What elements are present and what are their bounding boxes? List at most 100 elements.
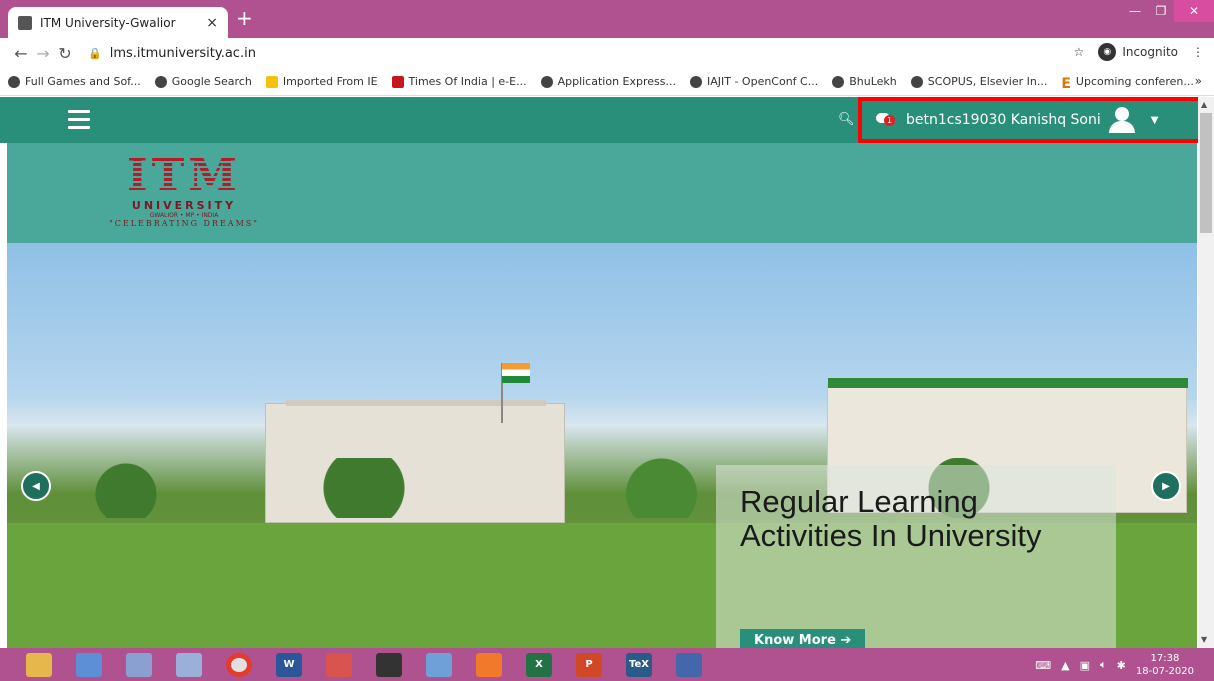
browser-tab[interactable]: ITM University-Gwalior × [8,7,228,38]
restore-icon[interactable]: ❐ [1148,0,1174,22]
excel-icon[interactable]: X [526,652,552,677]
logo-location: GWALIOR • MP • INDIA [149,212,219,219]
lock-icon: 🔒 [88,46,102,60]
globe-icon [8,75,20,88]
clock[interactable]: 17:38 18-07-2020 [1136,652,1194,678]
user-menu-highlight: 1 betn1cs19030 Kanishq Soni ▼ [858,97,1214,143]
carousel-next-icon[interactable]: ▶ [1151,471,1181,501]
keyboard-icon[interactable]: ⌨ [1035,659,1051,672]
media-icon[interactable] [376,652,402,677]
volume-icon[interactable]: 🔈︎ [1100,658,1107,672]
network-icon[interactable]: ▣ [1080,659,1090,672]
bookmark-item[interactable]: Application Express... [540,75,676,88]
tray-expand-icon[interactable]: ▲ [1061,659,1069,672]
notification-badge: 1 [884,115,895,126]
messages-icon[interactable]: 1 [876,113,895,127]
know-more-button[interactable]: Know More ➔ [740,629,866,648]
calculator-icon[interactable] [76,652,102,677]
bluetooth-icon[interactable]: ✱ [1117,659,1126,672]
bookmark-star-icon[interactable]: ☆ [1074,45,1085,59]
chrome-icon[interactable] [226,652,252,677]
menu-kebab-icon[interactable]: ⋮ [1192,45,1204,59]
caption-title: Regular Learning Activities In Universit… [740,484,1042,553]
tex-icon[interactable]: TeX [626,652,652,677]
globe-icon [832,75,845,88]
back-icon[interactable]: ← [10,44,32,63]
university-logo[interactable]: ITM UNIVERSITY GWALIOR • MP • INDIA "CEL… [89,153,279,229]
system-tray: ⌨ ▲ ▣ 🔈︎ ✱ 17:38 18-07-2020 [1035,652,1194,678]
paint-icon[interactable] [126,652,152,677]
globe-icon [689,75,702,88]
scroll-down-icon[interactable]: ▼ [1201,635,1207,644]
bookmark-item[interactable]: Google Search [154,75,252,88]
browser-titlebar: ITM University-Gwalior × + — ❐ ✕ [0,0,1214,38]
scrollbar-thumb[interactable] [1200,113,1212,233]
bookmark-item[interactable]: SCOPUS, Elsevier In... [910,75,1048,88]
bookmark-label: SCOPUS, Elsevier In... [927,75,1048,88]
bookmark-item[interactable]: Imported From IE [265,75,378,88]
bookmark-label: Upcoming conferen... [1075,75,1194,88]
window-controls: — ❐ ✕ [1122,0,1214,24]
folder-icon [265,75,278,88]
incognito-indicator[interactable]: ◉ Incognito [1098,43,1178,61]
editor-icon[interactable] [676,652,702,677]
globe-icon [540,75,553,88]
clock-time: 17:38 [1150,653,1180,664]
office-icon[interactable] [476,652,502,677]
powerpoint-icon[interactable]: P [576,652,602,677]
word-icon[interactable]: W [276,652,302,677]
scroll-up-icon[interactable]: ▲ [1201,100,1207,109]
toi-icon [391,75,404,88]
app-icon[interactable] [176,652,202,677]
search-icon[interactable]: 🔍︎ [838,112,855,127]
carousel-prev-icon[interactable]: ◀ [21,471,51,501]
url-text: lms.itmuniversity.ac.in [109,45,256,61]
bookmark-item[interactable]: IAJIT - OpenConf C... [689,75,819,88]
close-tab-icon[interactable]: × [206,15,218,31]
minimize-icon[interactable]: — [1122,0,1148,22]
tab-title: ITM University-Gwalior [40,15,176,30]
user-menu[interactable]: 1 betn1cs19030 Kanishq Soni ▼ [876,107,1158,133]
address-bar: ← → ↻ 🔒 lms.itmuniversity.ac.in ☆ ◉ Inco… [0,38,1214,68]
page-scrollbar[interactable]: ▲ ▼ [1198,97,1214,648]
bookmark-item[interactable]: E Upcoming conferen... [1061,75,1194,92]
bookmark-label: Full Games and Sof... [25,75,141,88]
clock-date: 18-07-2020 [1135,666,1194,677]
incognito-icon: ◉ [1098,43,1117,61]
bookmark-label: Times Of India | e-E... [408,75,527,88]
e-icon: E [1061,75,1071,92]
logo-itm: ITM [89,153,279,199]
logo-tagline: "CELEBRATING DREAMS" [109,219,259,228]
user-name: betn1cs19030 Kanishq Soni [906,112,1101,128]
recorder-icon[interactable] [326,652,352,677]
bookmarks-bar: Full Games and Sof... Google Search Import… [0,68,1214,96]
globe-icon [910,75,923,88]
bookmark-item[interactable]: Full Games and Sof... [8,75,141,88]
hero-carousel: ◀ ▶ Regular Learning Activities In Unive… [7,243,1197,648]
window-close-icon[interactable]: ✕ [1174,0,1214,22]
incognito-label: Incognito [1122,45,1178,59]
india-flag [502,363,530,383]
logo-university: UNIVERSITY [131,199,237,212]
bookmark-label: Imported From IE [282,75,378,88]
bookmark-item[interactable]: BhuLekh [832,75,897,88]
bookmark-item[interactable]: Times Of India | e-E... [391,75,527,88]
file-explorer-icon[interactable] [26,652,52,677]
bookmark-label: Application Express... [557,75,676,88]
bookmark-label: Google Search [171,75,252,88]
windows-taskbar: W X P TeX ⌨ ▲ ▣ 🔈︎ ✱ 17:38 18-07-2020 [0,648,1214,681]
bookmarks-overflow-icon[interactable]: » [1195,74,1202,88]
site-favicon-icon [18,15,32,30]
chevron-down-icon[interactable]: ▼ [1151,115,1159,126]
new-tab-button[interactable]: + [236,6,253,30]
bookmark-label: BhuLekh [849,75,897,88]
logo-band: ITM UNIVERSITY GWALIOR • MP • INDIA "CEL… [7,143,1197,243]
hero-caption: Regular Learning Activities In Universit… [716,465,1116,648]
url-field[interactable]: 🔒 lms.itmuniversity.ac.in [88,46,256,61]
hamburger-menu-icon[interactable] [68,110,90,134]
bookmark-label: IAJIT - OpenConf C... [706,75,819,88]
reload-icon[interactable]: ↻ [54,44,76,63]
notes-icon[interactable] [426,652,452,677]
forward-icon[interactable]: → [32,44,54,63]
avatar-icon [1107,107,1135,133]
